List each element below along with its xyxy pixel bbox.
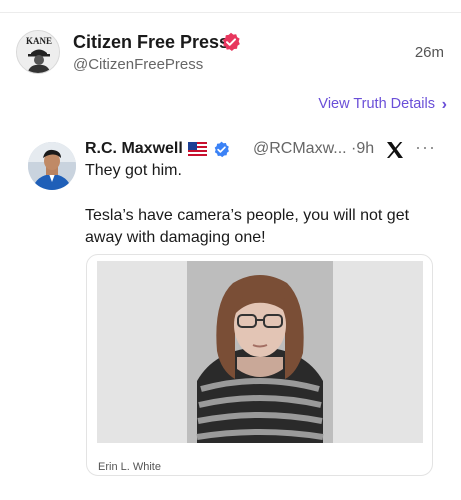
author-handle[interactable]: @CitizenFreePress [73,56,203,73]
view-truth-details-link[interactable]: View Truth Details [318,96,435,112]
avatar-logo-text: KANE [26,36,52,46]
quoted-post-text-line-1: They got him. [85,162,182,179]
crescent-icon [233,141,247,158]
chevron-right-icon[interactable]: › [442,96,447,114]
quoted-post-text-line-2: Tesla’s have camera’s people, you will n… [85,207,410,246]
top-divider [0,12,461,13]
verified-badge-icon [221,32,241,52]
more-options-icon[interactable]: ··· [415,137,436,158]
x-logo-icon[interactable] [385,140,405,160]
verified-badge-icon [213,141,230,158]
avatar[interactable]: KANE [16,30,60,74]
quoted-author-name[interactable]: R.C. Maxwell [85,140,183,158]
post-timestamp: 26m [414,44,444,61]
mugshot-image[interactable] [97,261,423,443]
quoted-author-handle[interactable]: @RCMaxw... ·9h [253,140,374,158]
post-header: KANE Citizen Free Press @CitizenFreePres… [16,26,446,78]
media-card[interactable]: Erin L. White [86,254,433,476]
author-name[interactable]: Citizen Free Press [73,32,229,53]
quoted-post-timestamp: ·9h [351,140,375,157]
quoted-author-avatar[interactable] [28,142,76,190]
us-flag-icon [188,142,207,156]
image-caption: Erin L. White [98,461,161,473]
